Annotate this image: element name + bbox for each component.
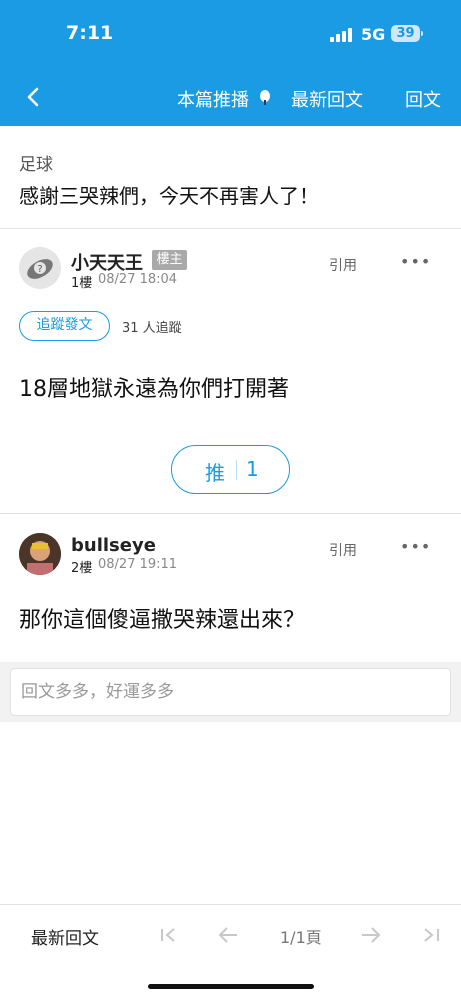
divider xyxy=(0,513,461,514)
post-content: 那你這個傻逼撒哭辣還出來？ xyxy=(19,608,306,633)
avatar[interactable]: ? xyxy=(19,247,61,289)
first-page-icon[interactable] xyxy=(158,925,180,945)
last-page-icon[interactable] xyxy=(421,925,443,945)
author-name[interactable]: bullseye xyxy=(71,535,156,556)
more-options-button[interactable]: ••• xyxy=(400,537,431,556)
top-bar: 7:11 5G 39 本篇推播 最新回文 回文 xyxy=(0,0,461,126)
next-page-icon[interactable] xyxy=(360,925,382,945)
signal-icon xyxy=(330,28,354,42)
latest-replies-link[interactable]: 最新回文 xyxy=(31,924,99,949)
user-photo-icon xyxy=(19,533,61,575)
default-avatar-icon: ? xyxy=(27,259,53,279)
board-name[interactable]: 足球 xyxy=(19,150,53,175)
thread-title: 感謝三哭辣們，今天不再害人了！ xyxy=(19,184,319,208)
follow-post-button[interactable]: 追蹤發文 xyxy=(19,311,110,341)
battery-tip xyxy=(421,31,423,36)
push-posts-button[interactable]: 本篇推播 xyxy=(177,86,249,112)
post-date: 08/27 18:04 xyxy=(98,272,178,287)
svg-text:?: ? xyxy=(37,264,42,275)
back-icon[interactable] xyxy=(22,84,44,110)
network-type: 5G xyxy=(361,25,386,44)
floor-number: 2樓 xyxy=(71,561,93,576)
status-time: 7:11 xyxy=(66,22,114,44)
post-content: 18層地獄永遠為你們打開著 xyxy=(19,377,289,402)
avatar[interactable] xyxy=(19,533,61,575)
follow-count: 31 人追蹤 xyxy=(122,321,182,336)
prev-page-icon[interactable] xyxy=(217,925,239,945)
floor-number: 1樓 xyxy=(71,276,93,291)
reply-button[interactable]: 回文 xyxy=(405,86,441,112)
home-indicator xyxy=(148,984,314,989)
more-options-button[interactable]: ••• xyxy=(400,252,431,271)
latest-replies-button[interactable]: 最新回文 xyxy=(291,86,363,112)
quote-button[interactable]: 引用 xyxy=(329,540,357,560)
battery-icon: 39 xyxy=(391,25,420,42)
push-label: 推 xyxy=(205,461,225,485)
page-indicator[interactable]: 1/1頁 xyxy=(280,924,322,948)
push-separator xyxy=(236,460,237,480)
post-date: 08/27 19:11 xyxy=(98,557,178,572)
pin-icon xyxy=(260,90,270,105)
push-count: 1 xyxy=(246,457,259,481)
divider xyxy=(0,228,461,229)
op-badge: 樓主 xyxy=(152,250,187,270)
push-button[interactable]: 推 1 xyxy=(171,445,290,494)
quote-button[interactable]: 引用 xyxy=(329,255,357,275)
reply-input[interactable] xyxy=(10,668,451,716)
